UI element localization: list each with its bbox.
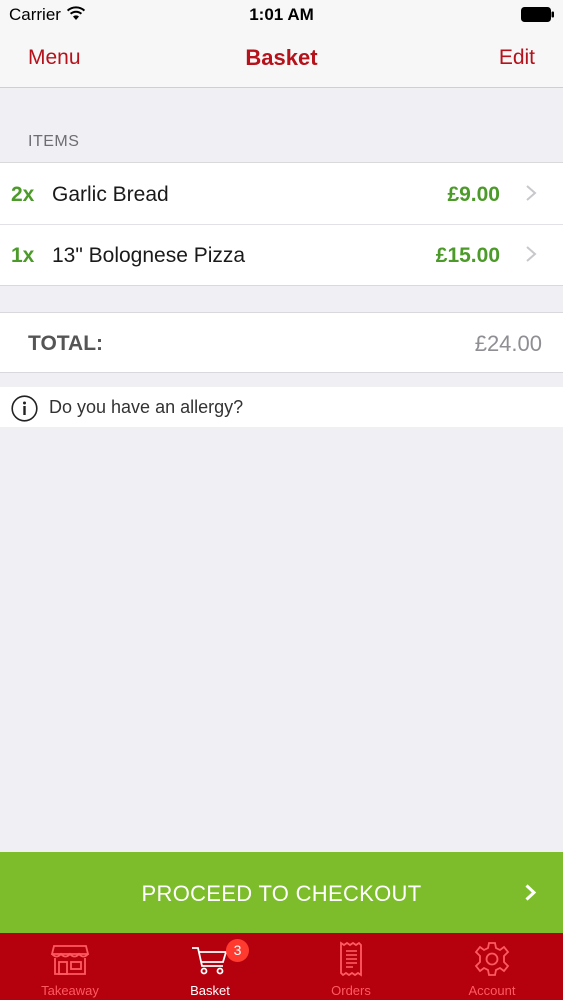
tab-label: Account bbox=[468, 983, 516, 998]
receipt-icon bbox=[340, 941, 362, 977]
status-bar: Carrier 1:01 AM bbox=[0, 0, 563, 30]
navigation-bar: Menu Basket Edit bbox=[0, 30, 563, 88]
storefront-icon bbox=[50, 945, 90, 975]
total-row: TOTAL: £24.00 bbox=[0, 312, 563, 373]
chevron-right-icon bbox=[526, 246, 537, 262]
checkout-label: PROCEED TO CHECKOUT bbox=[141, 881, 422, 906]
battery-icon bbox=[521, 7, 554, 22]
item-quantity: 1x bbox=[11, 244, 35, 267]
info-icon bbox=[11, 395, 38, 422]
total-label: TOTAL: bbox=[28, 332, 104, 355]
basket-item-row[interactable]: 1x 13" Bolognese Pizza £15.00 bbox=[0, 224, 563, 285]
total-value: £24.00 bbox=[474, 331, 542, 356]
gear-icon bbox=[474, 942, 510, 976]
tab-takeaway[interactable]: Takeaway bbox=[0, 933, 140, 1000]
item-price: £9.00 bbox=[447, 183, 500, 206]
tab-orders[interactable]: Orders bbox=[281, 933, 421, 1000]
tab-bar: Takeaway 3 Basket Orders Account bbox=[0, 933, 563, 1000]
tab-account[interactable]: Account bbox=[422, 933, 562, 1000]
tab-basket[interactable]: 3 Basket bbox=[140, 933, 280, 1000]
cart-count-badge: 3 bbox=[226, 939, 249, 962]
chevron-right-icon bbox=[525, 884, 537, 901]
item-name: Garlic Bread bbox=[52, 183, 169, 206]
chevron-right-icon bbox=[526, 185, 537, 201]
allergy-question: Do you have an allergy? bbox=[49, 397, 244, 417]
tab-label: Orders bbox=[331, 983, 371, 998]
tab-label: Takeaway bbox=[41, 983, 99, 998]
clock: 1:01 AM bbox=[249, 5, 314, 24]
item-quantity: 2x bbox=[11, 183, 35, 206]
item-price: £15.00 bbox=[435, 244, 500, 267]
item-name: 13" Bolognese Pizza bbox=[52, 244, 246, 267]
edit-button[interactable]: Edit bbox=[499, 46, 535, 70]
proceed-to-checkout-button[interactable]: PROCEED TO CHECKOUT bbox=[0, 852, 563, 933]
tab-label: Basket bbox=[190, 983, 230, 998]
basket-item-row[interactable]: 2x Garlic Bread £9.00 bbox=[0, 163, 563, 224]
allergy-info-row[interactable]: Do you have an allergy? bbox=[0, 387, 563, 427]
page-title: Basket bbox=[245, 45, 318, 70]
cart-icon bbox=[192, 947, 228, 975]
items-section-header: ITEMS bbox=[28, 133, 80, 150]
basket-items-list: 2x Garlic Bread £9.00 1x 13" Bolognese P… bbox=[0, 162, 563, 286]
